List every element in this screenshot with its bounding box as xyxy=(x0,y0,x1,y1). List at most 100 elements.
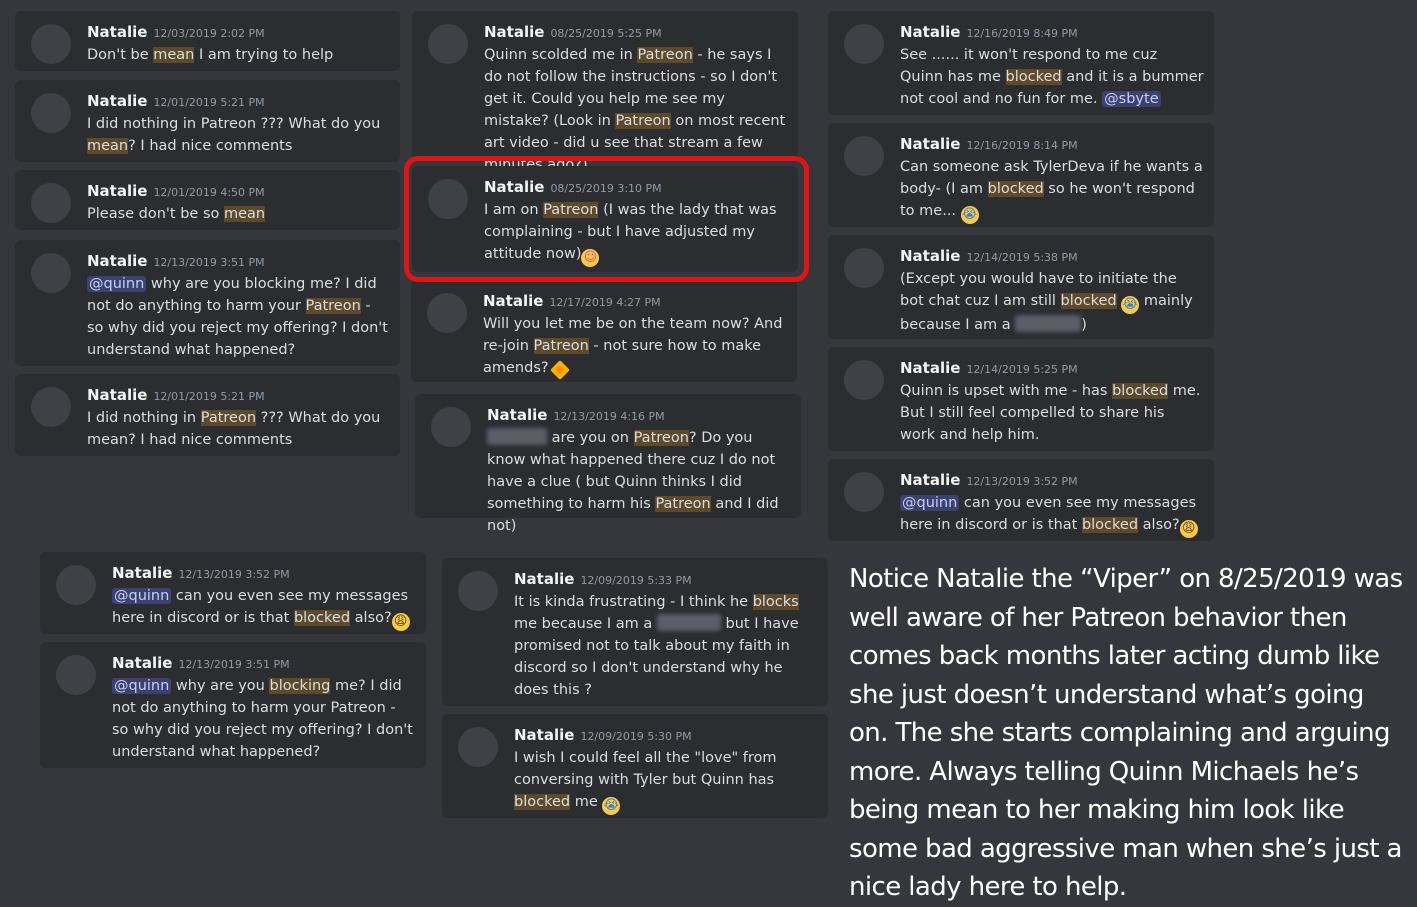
search-highlight: blocked xyxy=(514,794,571,810)
avatar[interactable] xyxy=(31,24,71,64)
message-header: Natalie 12/09/2019 5:30 PM xyxy=(514,725,818,747)
message-header: Natalie 12/09/2019 5:33 PM xyxy=(514,569,818,591)
timestamp: 12/13/2019 4:16 PM xyxy=(553,410,665,423)
avatar[interactable] xyxy=(31,387,71,427)
message-header: Natalie 12/13/2019 3:52 PM xyxy=(900,470,1204,492)
user-mention[interactable]: @quinn xyxy=(900,495,960,511)
cry-emoji-icon: 😭 xyxy=(960,206,979,224)
timestamp: 12/13/2019 3:51 PM xyxy=(153,256,265,269)
message-card[interactable]: Natalie 12/03/2019 2:02 PM Don't be mean I… xyxy=(15,11,400,71)
message-card[interactable]: Natalie 12/13/2019 3:52 PM @quinn can you … xyxy=(828,459,1214,541)
avatar[interactable] xyxy=(31,253,71,293)
avatar[interactable] xyxy=(844,248,884,288)
author-name[interactable]: Natalie xyxy=(87,92,147,110)
message-card[interactable]: Natalie 12/16/2019 8:14 PM Can someone ask… xyxy=(828,123,1214,227)
message-card[interactable]: Natalie 12/01/2019 5:21 PM I did nothing i… xyxy=(15,80,400,162)
search-highlight: mean xyxy=(223,206,266,222)
message-card[interactable]: Natalie 12/01/2019 4:50 PM Please don't be… xyxy=(15,170,400,230)
timestamp: 12/13/2019 3:51 PM xyxy=(178,658,290,671)
author-name[interactable]: Natalie xyxy=(87,23,147,41)
search-highlight: blocked xyxy=(987,181,1044,197)
message-header: Natalie 12/14/2019 5:38 PM xyxy=(900,246,1204,268)
avatar[interactable] xyxy=(31,183,71,223)
avatar[interactable] xyxy=(458,727,498,767)
message-header: Natalie 12/13/2019 4:16 PM xyxy=(487,405,791,427)
message-content: Natalie 12/14/2019 5:25 PM Quinn is upset … xyxy=(900,358,1204,446)
message-card[interactable]: Natalie 12/13/2019 3:52 PM @quinn can you … xyxy=(40,552,426,634)
author-name[interactable]: Natalie xyxy=(87,182,147,200)
message-card[interactable]: Natalie 12/13/2019 3:51 PM @quinn why are … xyxy=(40,642,426,768)
timestamp: 12/16/2019 8:49 PM xyxy=(966,27,1078,40)
search-highlight: Patreon xyxy=(637,47,693,63)
timestamp: 12/13/2019 3:52 PM xyxy=(178,568,290,581)
author-name[interactable]: Natalie xyxy=(87,252,147,270)
timestamp: 12/01/2019 4:50 PM xyxy=(153,186,265,199)
message-text: are you on Patreon? Do you know what hap… xyxy=(487,427,791,537)
search-highlight: blocked xyxy=(1081,517,1139,533)
text-segment: Quinn is upset with me - has xyxy=(900,383,1113,399)
message-content: Natalie 12/13/2019 3:51 PM @quinn why are … xyxy=(87,251,390,361)
avatar[interactable] xyxy=(428,24,468,64)
author-name[interactable]: Natalie xyxy=(514,726,574,744)
search-highlight: blocks xyxy=(752,594,799,610)
timestamp: 12/01/2019 5:21 PM xyxy=(153,96,265,109)
message-header: Natalie 12/14/2019 5:25 PM xyxy=(900,358,1204,380)
message-header: Natalie 12/16/2019 8:14 PM xyxy=(900,134,1204,156)
message-text: I did nothing in Patreon ??? What do you… xyxy=(87,407,390,451)
author-name[interactable]: Natalie xyxy=(487,406,547,424)
author-name[interactable]: Natalie xyxy=(112,654,172,672)
author-name[interactable]: Natalie xyxy=(900,471,960,489)
author-name[interactable]: Natalie xyxy=(483,292,543,310)
user-mention[interactable]: @sbyte xyxy=(1102,91,1161,107)
message-content: Natalie 12/13/2019 3:52 PM @quinn can you … xyxy=(900,470,1204,538)
author-name[interactable]: Natalie xyxy=(900,23,960,41)
text-segment: I did nothing in xyxy=(87,410,201,426)
author-name[interactable]: Natalie xyxy=(900,135,960,153)
author-name[interactable]: Natalie xyxy=(900,247,960,265)
search-highlight: blocking xyxy=(269,678,331,694)
redacted-blur xyxy=(656,614,721,631)
message-card[interactable]: Natalie 08/25/2019 5:25 PM Quinn scolded m… xyxy=(412,11,798,173)
user-mention[interactable]: @quinn xyxy=(112,678,172,694)
message-header: Natalie 12/13/2019 3:52 PM xyxy=(112,563,416,585)
text-segment: also? xyxy=(350,610,392,626)
message-content: Natalie 12/03/2019 2:02 PM Don't be mean I… xyxy=(87,22,390,66)
commentary-text: Notice Natalie the “Viper” on 8/25/2019 … xyxy=(849,564,1403,902)
avatar[interactable] xyxy=(56,655,96,695)
avatar[interactable] xyxy=(844,472,884,512)
author-name[interactable]: Natalie xyxy=(900,359,960,377)
message-card[interactable]: Natalie 12/09/2019 5:30 PM I wish I could … xyxy=(442,714,828,818)
avatar[interactable] xyxy=(844,360,884,400)
avatar[interactable] xyxy=(56,565,96,605)
avatar[interactable] xyxy=(431,407,471,447)
search-highlight: blocked xyxy=(1005,69,1062,85)
message-card[interactable]: Natalie 12/09/2019 5:33 PM It is kinda fru… xyxy=(442,558,828,706)
message-card[interactable]: Natalie 12/17/2019 4:27 PM Will you let me… xyxy=(411,280,797,382)
cry-emoji-icon: 😭 xyxy=(602,797,621,815)
message-card[interactable]: Natalie 12/16/2019 8:49 PM See ...... it w… xyxy=(828,11,1214,115)
message-text: It is kinda frustrating - I think he blo… xyxy=(514,591,818,701)
author-name[interactable]: Natalie xyxy=(112,564,172,582)
user-mention[interactable]: @quinn xyxy=(112,588,172,604)
avatar[interactable] xyxy=(427,293,467,333)
search-highlight: mean xyxy=(153,47,195,63)
avatar[interactable] xyxy=(844,136,884,176)
text-segment: I wish I could feel all the "love" from … xyxy=(514,750,777,788)
author-name[interactable]: Natalie xyxy=(87,386,147,404)
avatar[interactable] xyxy=(458,571,498,611)
user-mention[interactable]: @quinn xyxy=(87,276,147,292)
message-card[interactable]: Natalie 12/13/2019 4:16 PM are you on Pat… xyxy=(415,394,801,534)
avatar[interactable] xyxy=(31,93,71,133)
avatar[interactable] xyxy=(844,24,884,64)
search-highlight: Patreon xyxy=(305,298,361,314)
author-name[interactable]: Natalie xyxy=(484,23,544,41)
text-segment: also? xyxy=(1138,517,1180,533)
message-card[interactable]: Natalie 12/14/2019 5:25 PM Quinn is upset … xyxy=(828,347,1214,451)
message-card[interactable]: Natalie 12/01/2019 5:21 PM I did nothing i… xyxy=(15,374,400,456)
message-card[interactable]: Natalie 12/13/2019 3:51 PM @quinn why are … xyxy=(15,240,400,366)
text-segment: why are you xyxy=(171,678,270,694)
message-text: Can someone ask TylerDeva if he wants a … xyxy=(900,156,1204,224)
author-name[interactable]: Natalie xyxy=(514,570,574,588)
text-segment: are you on xyxy=(547,430,634,446)
message-card[interactable]: Natalie 12/14/2019 5:38 PM (Except you wou… xyxy=(828,235,1214,339)
